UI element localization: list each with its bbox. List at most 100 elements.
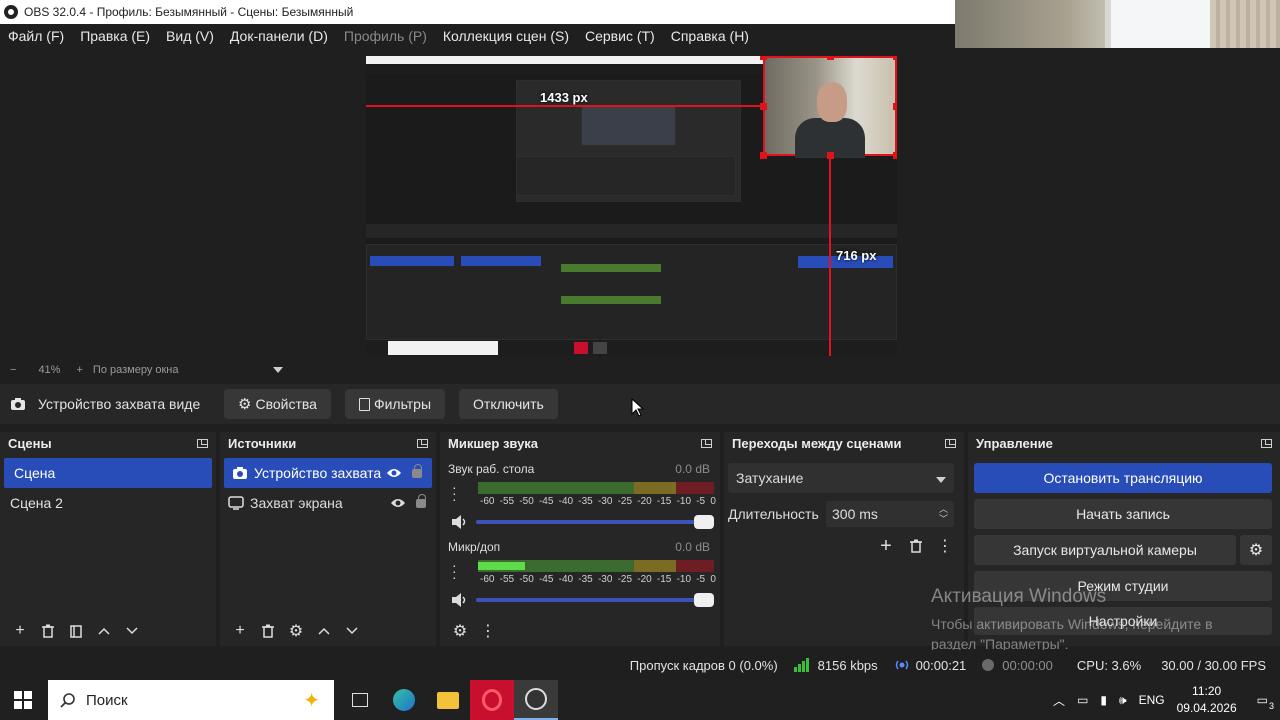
channel-menu-icon[interactable]: · · · [452,480,457,506]
scene-filters-button[interactable] [62,619,90,643]
mixer-channel: Микр/доп 0.0 dB · · · -60 -55 -50 -45 -40 -35 -30… [444,540,716,607]
scale-tick-label: -55 [499,574,515,585]
mixer-menu-button[interactable]: ⋮ [474,619,502,643]
menu-bar: Файл (F) Правка (E) Вид (V) Док-панели (… [0,24,955,48]
scene-item[interactable]: Сцена 2 [0,488,216,518]
properties-button[interactable]: ⚙ Свойства [224,389,331,419]
move-down-button[interactable] [118,619,146,643]
undock-icon[interactable] [701,438,712,448]
window-title: OBS 32.0.4 - Профиль: Безымянный - Сцены… [24,5,354,19]
zoom-fit-select[interactable]: По размеру окна [93,364,283,376]
scale-tick-label: 0 [710,574,716,585]
menu-help[interactable]: Справка (H) [663,28,757,44]
add-transition-button[interactable]: + [872,534,900,558]
add-scene-button[interactable]: + [6,619,34,643]
edge-browser-icon[interactable] [382,680,426,720]
language-indicator[interactable]: ENG [1139,693,1165,707]
menu-file[interactable]: Файл (F) [0,28,72,44]
remove-source-button[interactable] [254,619,282,643]
add-source-button[interactable]: + [226,619,254,643]
deactivate-button[interactable]: Отключить [459,389,558,419]
channel-menu-icon[interactable]: · · · [452,558,457,584]
zoom-out-button[interactable]: − [10,364,16,376]
device-icon[interactable]: ▭ [1077,693,1088,707]
start-record-button[interactable]: Начать запись [974,499,1272,529]
transition-type-select[interactable]: Затухание [728,463,954,493]
menu-docks[interactable]: Док-панели (D) [222,28,336,44]
remove-transition-button[interactable] [902,534,930,558]
source-item[interactable]: Захват экрана [220,488,436,518]
filters-button[interactable]: Фильтры [344,389,446,419]
duration-input[interactable]: 300 ms ︿ ﹀ [826,501,954,527]
chevron-up-icon[interactable]: ︿ [1053,692,1065,709]
eye-icon[interactable] [390,497,406,509]
scale-tick-label: -5 [696,496,706,507]
file-explorer-icon[interactable] [426,680,470,720]
virtual-camera-settings-button[interactable]: ⚙ [1240,535,1272,565]
record-dot-icon [982,659,995,671]
undock-icon[interactable] [197,438,208,448]
properties-label: Свойства [255,396,317,412]
obs-taskbar-icon[interactable] [514,680,558,720]
move-up-button[interactable] [310,619,338,643]
move-up-button[interactable] [90,619,118,643]
notifications-icon[interactable]: ▭ 3 [1257,693,1274,711]
menu-profile[interactable]: Профиль (P) [336,28,435,44]
width-px-label: 1433 px [540,90,588,105]
meter-level [478,562,526,570]
volume-meter [478,482,714,494]
bitrate: 8156 kbps [793,658,878,673]
undock-icon[interactable] [945,438,956,448]
scale-tick-label: -20 [637,496,652,507]
zoom-in-button[interactable]: + [76,364,82,376]
remove-scene-button[interactable] [34,619,62,643]
preview-canvas[interactable]: 1433 px 716 px [366,56,897,356]
chevron-up-icon [98,627,110,635]
volume-icon[interactable]: 🕪 [1119,693,1127,708]
opera-icon[interactable] [470,680,514,720]
volume-slider[interactable] [476,515,714,529]
filter-icon [358,397,370,411]
sources-dock: Источники Устройство захвата виде Захват… [220,432,436,646]
source-properties-button[interactable]: ⚙ [282,619,310,643]
lock-icon[interactable] [416,493,426,508]
menu-view[interactable]: Вид (V) [158,28,222,44]
windows-start-icon[interactable] [14,691,32,709]
zoom-level: 41% [38,364,61,376]
eye-icon[interactable] [386,467,402,479]
lock-icon[interactable] [412,463,422,478]
source-item[interactable]: Устройство захвата виде [224,458,432,488]
controls-dock-title: Управление [968,432,1280,454]
advanced-audio-button[interactable]: ⚙ [446,619,474,643]
undock-icon[interactable] [1261,438,1272,448]
speaker-icon[interactable] [450,592,468,608]
transitions-dock: Переходы между сценами Затухание Длитель… [724,432,964,646]
mixer-dock: Микшер звука Звук раб. стола 0.0 dB · · · -… [440,432,720,646]
undock-icon[interactable] [417,438,428,448]
taskbar-search[interactable]: Поиск ✦ [48,680,334,720]
trash-icon [262,624,274,638]
transition-menu-button[interactable]: ⋮ [931,534,959,558]
windows-taskbar: Поиск ✦ ︿ ▭ ▮ 🕪 ENG 11:20 09.04.2026 ▭ 3 [0,680,1280,720]
scale-tick-label: -30 [597,574,613,585]
clock[interactable]: 11:20 09.04.2026 [1177,683,1237,717]
stop-stream-button[interactable]: Остановить трансляцию [974,463,1272,493]
sources-dock-title: Источники [220,432,436,454]
move-down-button[interactable] [338,619,366,643]
speaker-icon[interactable] [450,514,468,530]
scale-tick-label: -25 [617,496,633,507]
microphone-icon[interactable]: ▮ [1100,693,1107,707]
scale-tick-label: -15 [656,574,672,585]
preview-area[interactable]: 1433 px 716 px [0,48,1280,360]
scene-item[interactable]: Сцена [4,458,212,488]
task-view-icon[interactable] [338,680,382,720]
broadcast-icon [895,660,908,670]
menu-tools[interactable]: Сервис (T) [577,28,663,44]
selected-source-box[interactable] [763,56,897,158]
menu-scene-collection[interactable]: Коллекция сцен (S) [435,28,577,44]
filter-icon [70,624,82,638]
clock-date: 09.04.2026 [1176,701,1237,715]
volume-slider[interactable] [476,593,714,607]
menu-edit[interactable]: Правка (E) [72,28,158,44]
virtual-camera-button[interactable]: Запуск виртуальной камеры [974,535,1236,565]
